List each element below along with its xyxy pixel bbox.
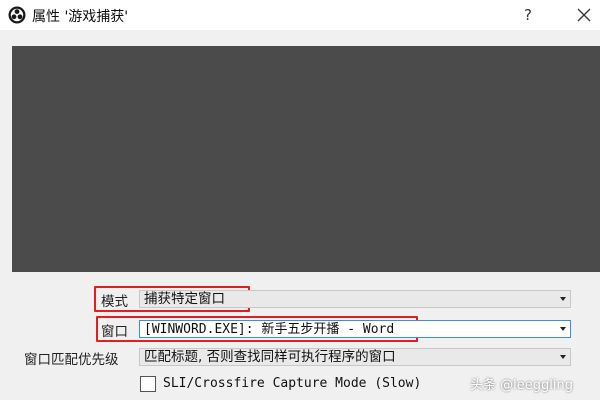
window-title: 属性 '游戏捕获'	[32, 9, 129, 25]
mode-label: 模式	[101, 294, 128, 310]
properties-scrollbar[interactable]	[584, 276, 600, 400]
window-select-value: [WINWORD.EXE]: 新手五步开播 - Word	[144, 322, 395, 337]
match-priority-select-value: 匹配标题, 否则查找同样可执行程序的窗口	[144, 349, 396, 365]
chevron-down-icon	[560, 355, 566, 359]
mode-select-value: 捕获特定窗口	[144, 291, 225, 307]
sli-crossfire-checkbox[interactable]	[140, 376, 156, 392]
close-icon[interactable]	[572, 3, 596, 27]
sli-crossfire-label[interactable]: SLI/Crossfire Capture Mode (Slow)	[163, 376, 421, 391]
title-bar: 属性 '游戏捕获' ?	[0, 0, 600, 30]
help-button[interactable]: ?	[516, 3, 540, 27]
window-label: 窗口	[101, 324, 128, 340]
capture-preview	[12, 46, 600, 272]
chevron-down-icon	[560, 327, 566, 331]
match-priority-label: 窗口匹配优先级	[24, 352, 119, 368]
obs-logo-icon	[8, 6, 26, 24]
watermark-text: 头条 @leeggling	[470, 378, 573, 393]
chevron-down-icon	[560, 297, 566, 301]
match-priority-select[interactable]: 匹配标题, 否则查找同样可执行程序的窗口	[139, 348, 571, 366]
window-select[interactable]: [WINWORD.EXE]: 新手五步开播 - Word	[139, 320, 571, 338]
mode-select[interactable]: 捕获特定窗口	[139, 290, 571, 308]
